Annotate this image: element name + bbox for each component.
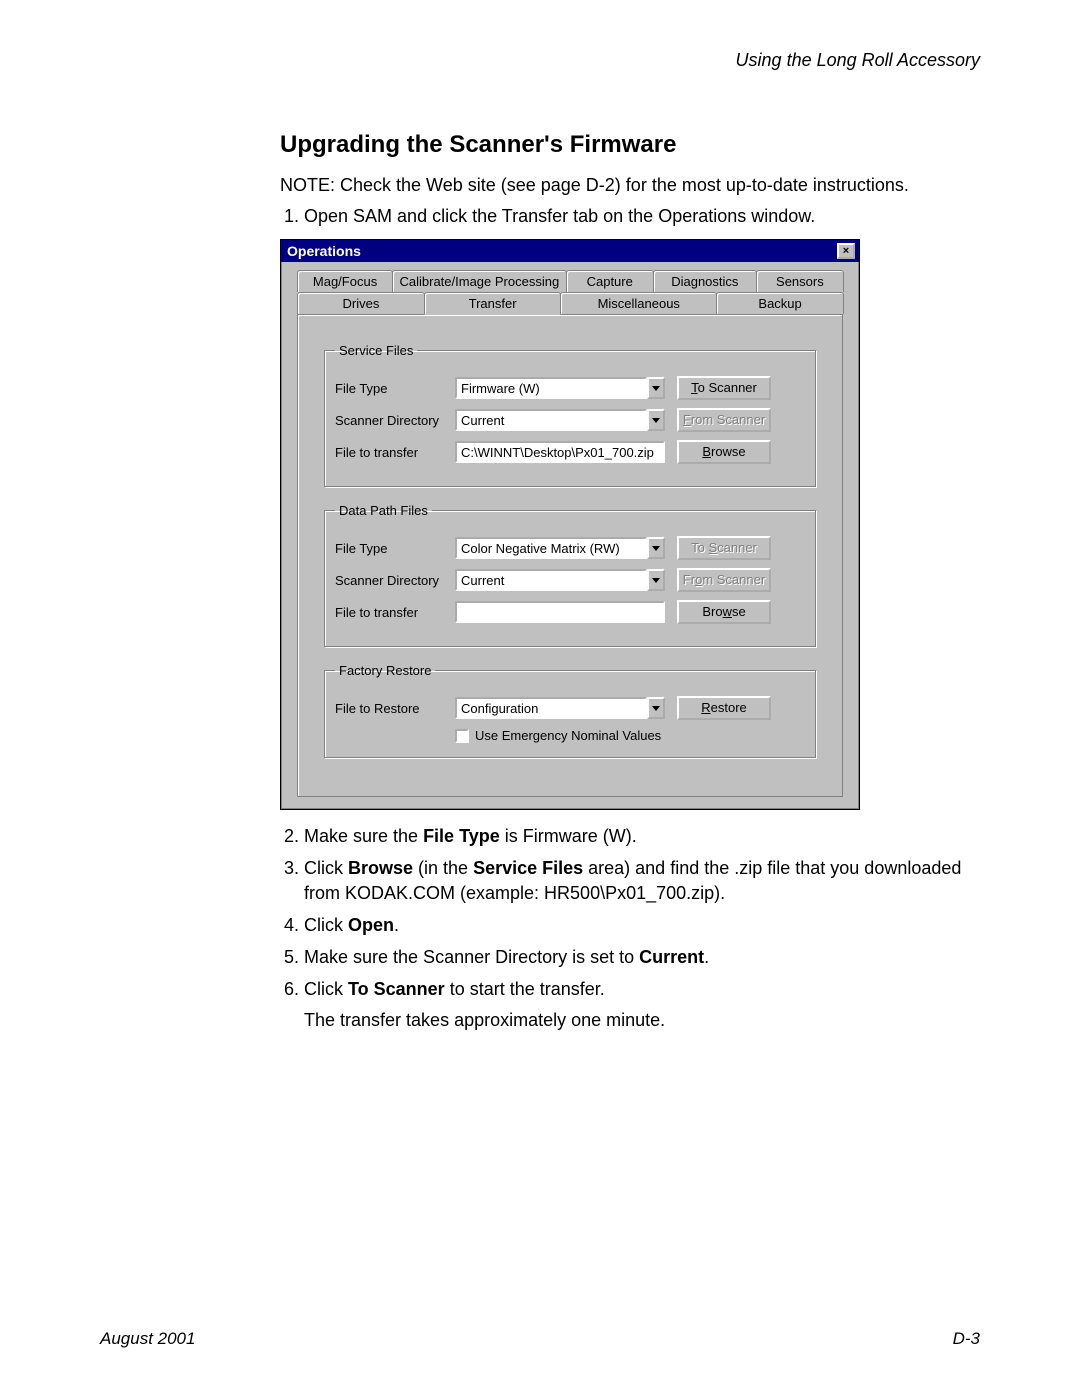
value-datapath-scanner-dir: Current: [455, 569, 647, 591]
combo-service-scanner-dir[interactable]: Current: [455, 409, 665, 431]
footer-page: D-3: [953, 1329, 980, 1349]
note-text: NOTE: Check the Web site (see page D-2) …: [280, 175, 980, 196]
input-service-file-transfer[interactable]: C:\WINNT\Desktop\Px01_700.zip: [455, 441, 665, 463]
tab-panel-transfer: Service Files File Type Firmware (W) To …: [297, 314, 843, 797]
dropdown-button[interactable]: [647, 697, 665, 719]
combo-service-file-type[interactable]: Firmware (W): [455, 377, 665, 399]
value-service-file-type: Firmware (W): [455, 377, 647, 399]
chevron-down-icon: [652, 386, 660, 391]
to-scanner-button: To Scanner: [677, 536, 771, 560]
chevron-down-icon: [652, 706, 660, 711]
group-factory-legend: Factory Restore: [335, 663, 435, 678]
step-2: Make sure the File Type is Firmware (W).: [304, 824, 980, 848]
label-datapath-file-transfer: File to transfer: [335, 605, 449, 620]
input-datapath-file-transfer[interactable]: [455, 601, 665, 623]
value-service-scanner-dir: Current: [455, 409, 647, 431]
tab-backup[interactable]: Backup: [716, 292, 844, 314]
page-title: Upgrading the Scanner's Firmware: [280, 131, 980, 159]
chevron-down-icon: [652, 578, 660, 583]
close-icon: ×: [843, 245, 849, 257]
dropdown-button[interactable]: [647, 409, 665, 431]
chevron-down-icon: [652, 418, 660, 423]
label-datapath-scanner-dir: Scanner Directory: [335, 573, 449, 588]
label-service-file-type: File Type: [335, 381, 449, 396]
from-scanner-button: From Scanner: [677, 408, 771, 432]
tab-capture[interactable]: Capture: [566, 270, 654, 292]
header-section: Using the Long Roll Accessory: [100, 50, 980, 71]
label-file-restore: File to Restore: [335, 701, 449, 716]
step-3: Click Browse (in the Service Files area)…: [304, 856, 980, 905]
chevron-down-icon: [652, 546, 660, 551]
group-service-files: Service Files File Type Firmware (W) To …: [324, 343, 816, 487]
footer-date: August 2001: [100, 1329, 195, 1349]
step-5: Make sure the Scanner Directory is set t…: [304, 945, 980, 969]
emergency-checkbox[interactable]: [455, 729, 469, 743]
combo-datapath-file-type[interactable]: Color Negative Matrix (RW): [455, 537, 665, 559]
dropdown-button[interactable]: [647, 569, 665, 591]
tab-sensors[interactable]: Sensors: [756, 270, 844, 292]
tab-diagnostics[interactable]: Diagnostics: [653, 270, 757, 292]
browse-button[interactable]: Browse: [677, 600, 771, 624]
window-title: Operations: [285, 243, 361, 259]
group-datapath-legend: Data Path Files: [335, 503, 432, 518]
step-1: Open SAM and click the Transfer tab on t…: [304, 206, 980, 227]
label-service-scanner-dir: Scanner Directory: [335, 413, 449, 428]
tab-calibrate[interactable]: Calibrate/Image Processing: [392, 270, 567, 292]
value-file-restore: Configuration: [455, 697, 647, 719]
combo-datapath-scanner-dir[interactable]: Current: [455, 569, 665, 591]
value-service-file-transfer: C:\WINNT\Desktop\Px01_700.zip: [455, 441, 665, 463]
from-scanner-button: From Scanner: [677, 568, 771, 592]
browse-button[interactable]: Browse: [677, 440, 771, 464]
tab-drives[interactable]: Drives: [297, 292, 425, 314]
to-scanner-button[interactable]: To Scanner: [677, 376, 771, 400]
step-6-note: The transfer takes approximately one min…: [304, 1008, 980, 1032]
tab-transfer[interactable]: Transfer: [424, 292, 562, 315]
combo-file-restore[interactable]: Configuration: [455, 697, 665, 719]
label-service-file-transfer: File to transfer: [335, 445, 449, 460]
tab-mag-focus[interactable]: Mag/Focus: [297, 270, 393, 292]
group-data-path-files: Data Path Files File Type Color Negative…: [324, 503, 816, 647]
group-service-legend: Service Files: [335, 343, 417, 358]
operations-window: Operations × Mag/Focus Calibrate/Image P…: [280, 239, 860, 810]
dropdown-button[interactable]: [647, 537, 665, 559]
close-button[interactable]: ×: [837, 243, 855, 259]
tab-miscellaneous[interactable]: Miscellaneous: [560, 292, 717, 314]
step-4: Click Open.: [304, 913, 980, 937]
label-datapath-file-type: File Type: [335, 541, 449, 556]
titlebar: Operations ×: [281, 240, 859, 262]
value-datapath-file-type: Color Negative Matrix (RW): [455, 537, 647, 559]
value-datapath-file-transfer: [455, 601, 665, 623]
dropdown-button[interactable]: [647, 377, 665, 399]
step-6: Click To Scanner to start the transfer. …: [304, 977, 980, 1032]
group-factory-restore: Factory Restore File to Restore Configur…: [324, 663, 816, 758]
emergency-label: Use Emergency Nominal Values: [475, 728, 661, 743]
restore-button[interactable]: Restore: [677, 696, 771, 720]
